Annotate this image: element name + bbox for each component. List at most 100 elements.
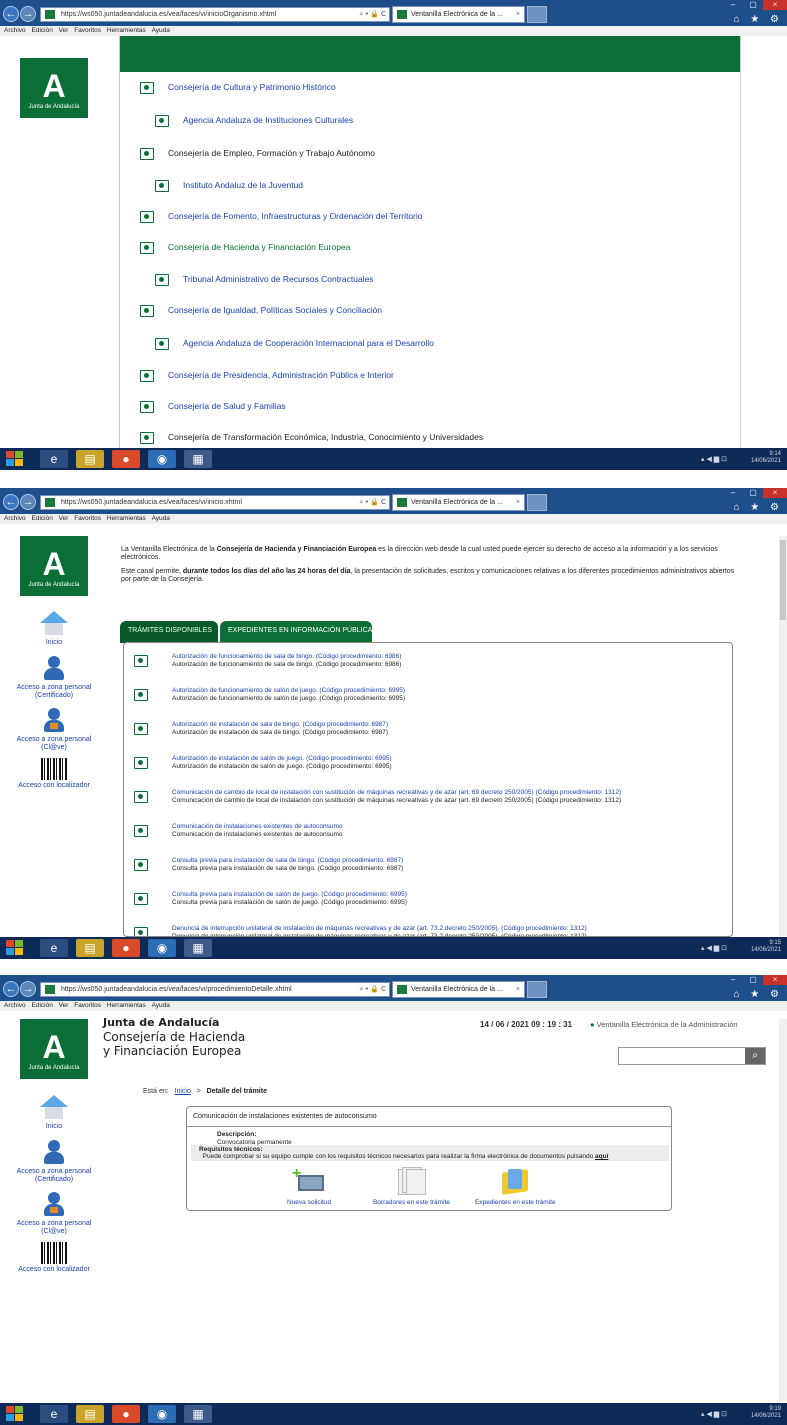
- address-bar[interactable]: https://ws050.juntadeandalucia.es/vea/fa…: [40, 982, 390, 997]
- sidebar-locator[interactable]: Acceso con localizador: [8, 758, 100, 790]
- explorer-icon[interactable]: ▤: [76, 450, 104, 468]
- menu-favoritos[interactable]: Favoritos: [74, 27, 101, 34]
- toolbar-icons[interactable]: ⌂ ★ ⚙: [733, 989, 783, 1000]
- folder-arrow-icon[interactable]: [134, 791, 148, 803]
- document-icon[interactable]: ▦: [184, 1405, 212, 1423]
- close-window-icon[interactable]: ×: [763, 0, 787, 10]
- menu-ayuda[interactable]: Ayuda: [152, 27, 170, 34]
- junta-logo[interactable]: A Junta de Andalucía: [20, 536, 88, 596]
- address-bar[interactable]: https://ws050.juntadeandalucia.es/vea/fa…: [40, 7, 390, 22]
- back-button[interactable]: ←: [3, 494, 19, 510]
- procedure-link[interactable]: Autorización de funcionamiento de sala d…: [172, 653, 401, 661]
- organism-item[interactable]: Consejería de Salud y Familias: [140, 399, 286, 413]
- address-bar[interactable]: https://ws050.juntadeandalucia.es/vea/fa…: [40, 495, 390, 510]
- page-scrollbar[interactable]: [779, 536, 787, 936]
- organism-item[interactable]: Consejería de Empleo, Formación y Trabaj…: [140, 146, 375, 160]
- organism-item[interactable]: Consejería de Cultura y Patrimonio Histó…: [140, 80, 336, 94]
- organism-item[interactable]: Consejería de Igualdad, Políticas Social…: [140, 303, 382, 317]
- breadcrumb-home-link[interactable]: Inicio: [175, 1088, 191, 1095]
- sidebar-cert[interactable]: Acceso a zona personal (Certificado): [8, 1140, 100, 1184]
- new-tab-button[interactable]: [527, 981, 547, 998]
- maximize-icon[interactable]: ▢: [743, 0, 763, 10]
- sidebar-home[interactable]: Inicio: [8, 611, 100, 647]
- sidebar-clave[interactable]: Acceso a zona personal (Cl@ve): [8, 1192, 100, 1236]
- procedure-link[interactable]: Comunicación de cambio de local de insta…: [172, 789, 621, 797]
- search-icon[interactable]: ⌕: [745, 1048, 765, 1064]
- menu-edicion[interactable]: Edición: [32, 1002, 53, 1009]
- maximize-icon[interactable]: ▢: [743, 488, 763, 498]
- thunderbird-icon[interactable]: ◉: [148, 450, 176, 468]
- organism-item[interactable]: Consejería de Fomento, Infraestructuras …: [140, 209, 423, 223]
- menu-favoritos[interactable]: Favoritos: [74, 1002, 101, 1009]
- sidebar-clave[interactable]: Acceso a zona personal (Cl@ve): [8, 708, 100, 752]
- start-button[interactable]: [6, 940, 24, 956]
- ie-icon[interactable]: e: [40, 1405, 68, 1423]
- forward-button[interactable]: →: [20, 6, 36, 22]
- tab-close-icon[interactable]: ×: [516, 495, 520, 510]
- maximize-icon[interactable]: ▢: [743, 975, 763, 985]
- tray-icons[interactable]: ▴ ◀ ▆ ⊡: [701, 944, 727, 952]
- procedure-link[interactable]: Autorización de instalación de salón de …: [172, 755, 392, 763]
- procedure-link[interactable]: Consulta previa para instalación de saló…: [172, 891, 407, 899]
- address-controls-icon[interactable]: ⌕ ▾ 🔒 C: [360, 983, 386, 996]
- close-window-icon[interactable]: ×: [763, 488, 787, 498]
- organism-item[interactable]: Tribunal Administrativo de Recursos Cont…: [155, 272, 374, 286]
- menu-archivo[interactable]: Archivo: [4, 515, 26, 522]
- back-button[interactable]: ←: [3, 981, 19, 997]
- clock[interactable]: 9:15 14/06/2021: [751, 940, 781, 954]
- new-request-button[interactable]: + Nueva solicitud: [287, 1166, 331, 1207]
- menu-favoritos[interactable]: Favoritos: [74, 515, 101, 522]
- start-button[interactable]: [6, 1406, 24, 1422]
- clock[interactable]: 9:19 14/06/2021: [751, 1406, 781, 1420]
- forward-button[interactable]: →: [20, 981, 36, 997]
- document-icon[interactable]: ▦: [184, 939, 212, 957]
- vea-label[interactable]: ● Ventanilla Electrónica de la Administr…: [590, 1020, 738, 1029]
- minimize-icon[interactable]: –: [723, 488, 743, 498]
- files-button[interactable]: Expedientes en este trámite: [475, 1167, 556, 1206]
- tray-icons[interactable]: ▴ ◀ ▆ ⊡: [701, 455, 727, 463]
- start-button[interactable]: [6, 451, 24, 467]
- address-controls-icon[interactable]: ⌕ ▾ 🔒 C: [360, 496, 386, 509]
- organism-item[interactable]: Consejería de Presidencia, Administració…: [140, 368, 394, 382]
- folder-arrow-icon[interactable]: [134, 825, 148, 837]
- minimize-icon[interactable]: –: [723, 975, 743, 985]
- toolbar-icons[interactable]: ⌂ ★ ⚙: [733, 502, 783, 513]
- organism-item[interactable]: Agencia Andaluza de Cooperación Internac…: [155, 336, 434, 350]
- procedure-link[interactable]: Denuncia de interrupción unilateral de i…: [172, 925, 587, 933]
- organism-item[interactable]: Instituto Andaluz de la Juventud: [155, 178, 303, 192]
- menu-ver[interactable]: Ver: [59, 27, 69, 34]
- back-button[interactable]: ←: [3, 6, 19, 22]
- folder-arrow-icon[interactable]: [134, 757, 148, 769]
- tab-close-icon[interactable]: ×: [516, 7, 520, 22]
- browser-tab[interactable]: Ventanilla Electrónica de la ... ×: [392, 6, 525, 23]
- thunderbird-icon[interactable]: ◉: [148, 1405, 176, 1423]
- ie-icon[interactable]: e: [40, 450, 68, 468]
- tab-expedientes[interactable]: EXPEDIENTES EN INFORMACIÓN PÚBLICA: [220, 621, 372, 643]
- chrome-icon[interactable]: ●: [112, 450, 140, 468]
- tab-tramites[interactable]: TRÁMITES DISPONIBLES: [120, 621, 218, 643]
- clock[interactable]: 9:14 14/06/2021: [751, 451, 781, 465]
- procedure-link[interactable]: Consulta previa para instalación de sala…: [172, 857, 403, 865]
- organism-item[interactable]: Consejería de Hacienda y Financiación Eu…: [140, 240, 350, 254]
- sidebar-locator[interactable]: Acceso con localizador: [8, 1242, 100, 1274]
- explorer-icon[interactable]: ▤: [76, 939, 104, 957]
- menu-ayuda[interactable]: Ayuda: [152, 1002, 170, 1009]
- ie-icon[interactable]: e: [40, 939, 68, 957]
- menu-ver[interactable]: Ver: [59, 1002, 69, 1009]
- search-box[interactable]: ⌕: [618, 1047, 766, 1065]
- organism-item[interactable]: Agencia Andaluza de Instituciones Cultur…: [155, 113, 353, 127]
- minimize-icon[interactable]: –: [723, 0, 743, 10]
- chrome-icon[interactable]: ●: [112, 939, 140, 957]
- menu-herramientas[interactable]: Herramientas: [107, 515, 146, 522]
- procedure-link[interactable]: Autorización de funcionamiento de salón …: [172, 687, 405, 695]
- procedure-link[interactable]: Autorización de instalación de sala de b…: [172, 721, 388, 729]
- menu-herramientas[interactable]: Herramientas: [107, 1002, 146, 1009]
- menu-ayuda[interactable]: Ayuda: [152, 515, 170, 522]
- sidebar-home[interactable]: Inicio: [8, 1095, 100, 1131]
- drafts-button[interactable]: Borradores en este trámite: [373, 1167, 450, 1206]
- new-tab-button[interactable]: [527, 494, 547, 511]
- menu-archivo[interactable]: Archivo: [4, 27, 26, 34]
- requirements-link[interactable]: aquí: [595, 1153, 608, 1160]
- browser-tab[interactable]: Ventanilla Electrónica de la ... ×: [392, 494, 525, 511]
- document-icon[interactable]: ▦: [184, 450, 212, 468]
